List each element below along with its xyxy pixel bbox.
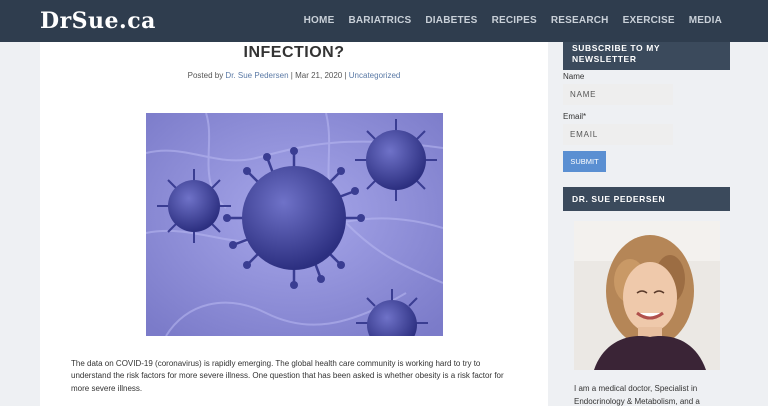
post-title: INFECTION? bbox=[243, 44, 345, 61]
author-link[interactable]: Dr. Sue Pedersen bbox=[225, 71, 288, 80]
coronavirus-hero-image bbox=[146, 113, 443, 336]
nav-item-diabetes[interactable]: DIABETES bbox=[425, 15, 477, 26]
nav-item-research[interactable]: RESEARCH bbox=[551, 15, 609, 26]
about-widget-heading: DR. SUE PEDERSEN bbox=[563, 187, 730, 211]
site-logo[interactable]: DrSue.ca bbox=[40, 8, 156, 34]
name-input[interactable] bbox=[563, 84, 673, 105]
newsletter-widget-heading: SUBSCRIBE TO MY NEWSLETTER bbox=[563, 42, 730, 70]
nav-item-home[interactable]: HOME bbox=[304, 15, 335, 26]
coronavirus-illustration bbox=[146, 113, 443, 336]
post-content-area: INFECTION? Posted by Dr. Sue Pedersen | … bbox=[40, 42, 548, 406]
email-label: Email* bbox=[563, 112, 587, 121]
portrait-illustration bbox=[574, 221, 720, 370]
nav-item-recipes[interactable]: RECIPES bbox=[492, 15, 537, 26]
post-date: Mar 21, 2020 bbox=[295, 71, 343, 80]
nav-item-bariatrics[interactable]: BARIATRICS bbox=[348, 15, 411, 26]
category-link[interactable]: Uncategorized bbox=[349, 71, 401, 80]
email-input[interactable] bbox=[563, 124, 673, 145]
main-nav: HOME BARIATRICS DIABETES RECIPES RESEARC… bbox=[304, 15, 722, 26]
top-navigation-bar: DrSue.ca HOME BARIATRICS DIABETES RECIPE… bbox=[0, 0, 768, 42]
nav-item-exercise[interactable]: EXERCISE bbox=[623, 15, 675, 26]
posted-by-label: Posted by bbox=[187, 71, 224, 80]
author-photo bbox=[574, 221, 720, 370]
nav-item-media[interactable]: MEDIA bbox=[689, 15, 722, 26]
post-meta: Posted by Dr. Sue Pedersen | Mar 21, 202… bbox=[40, 71, 548, 80]
name-label: Name bbox=[563, 72, 585, 81]
about-text: I am a medical doctor, Specialist in End… bbox=[574, 384, 700, 406]
submit-button[interactable]: SUBMIT bbox=[563, 151, 606, 172]
post-body-text: The data on COVID-19 (coronavirus) is ra… bbox=[71, 359, 504, 393]
